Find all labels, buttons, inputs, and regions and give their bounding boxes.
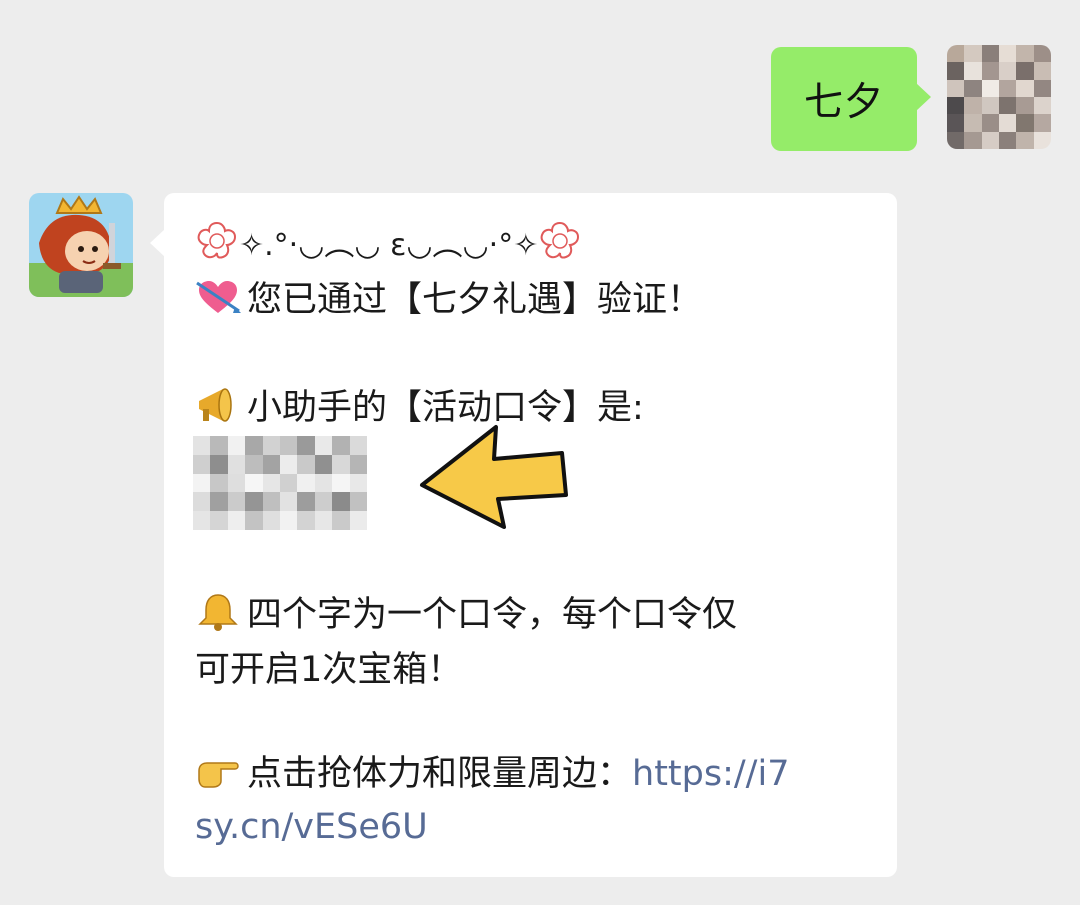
pixelated-avatar-image [947,45,1051,149]
link-line: 点击抢体力和限量周边：https://i7 [195,751,789,796]
header-decoration-line: ✧.°‧◡︵◡ ε◡︵◡‧°✧ [195,219,582,268]
redacted-code [193,436,367,530]
pointing-hand-icon [198,762,239,788]
heart-arrow-icon [196,281,241,313]
header-decoration-text: ✧.°‧◡︵◡ ε◡︵◡‧°✧ [239,228,539,263]
chest-rule-text: 可开启1次宝箱！ [195,650,463,690]
bell-icon [198,594,238,631]
event-link-part2[interactable]: sy.cn/vESe6U [195,807,428,847]
user-message-bubble[interactable]: 七夕 [771,47,931,151]
chest-rule-line: 可开启1次宝箱！ [195,648,462,692]
verification-line: 您已通过【七夕礼遇】验证！ [195,277,702,322]
sakura-stamp-icon-right [540,221,580,259]
verification-text: 您已通过【七夕礼遇】验证！ [247,280,703,320]
user-message-text: 七夕 [803,80,884,125]
sakura-stamp-icon [197,221,237,259]
code-rule-text: 四个字为一个口令，每个口令仅 [247,595,738,635]
link-prefix-text: 点击抢体力和限量周边： [247,754,633,794]
bot-message-bubble[interactable]: ✧.°‧◡︵◡ ε◡︵◡‧°✧ 您已通过【七夕礼遇】验证！ 小助手的【活动口令】… [150,193,897,877]
code-rule-line: 四个字为一个口令，每个口令仅 [195,592,737,637]
bot-avatar[interactable] [29,193,133,297]
event-link-part1[interactable]: https://i7 [632,754,789,794]
pointer-arrow-icon [420,425,568,529]
megaphone-icon [199,388,232,422]
user-avatar[interactable] [947,45,1051,149]
game-character-avatar-icon [29,193,133,297]
link-continuation-line: sy.cn/vESe6U [195,805,428,849]
